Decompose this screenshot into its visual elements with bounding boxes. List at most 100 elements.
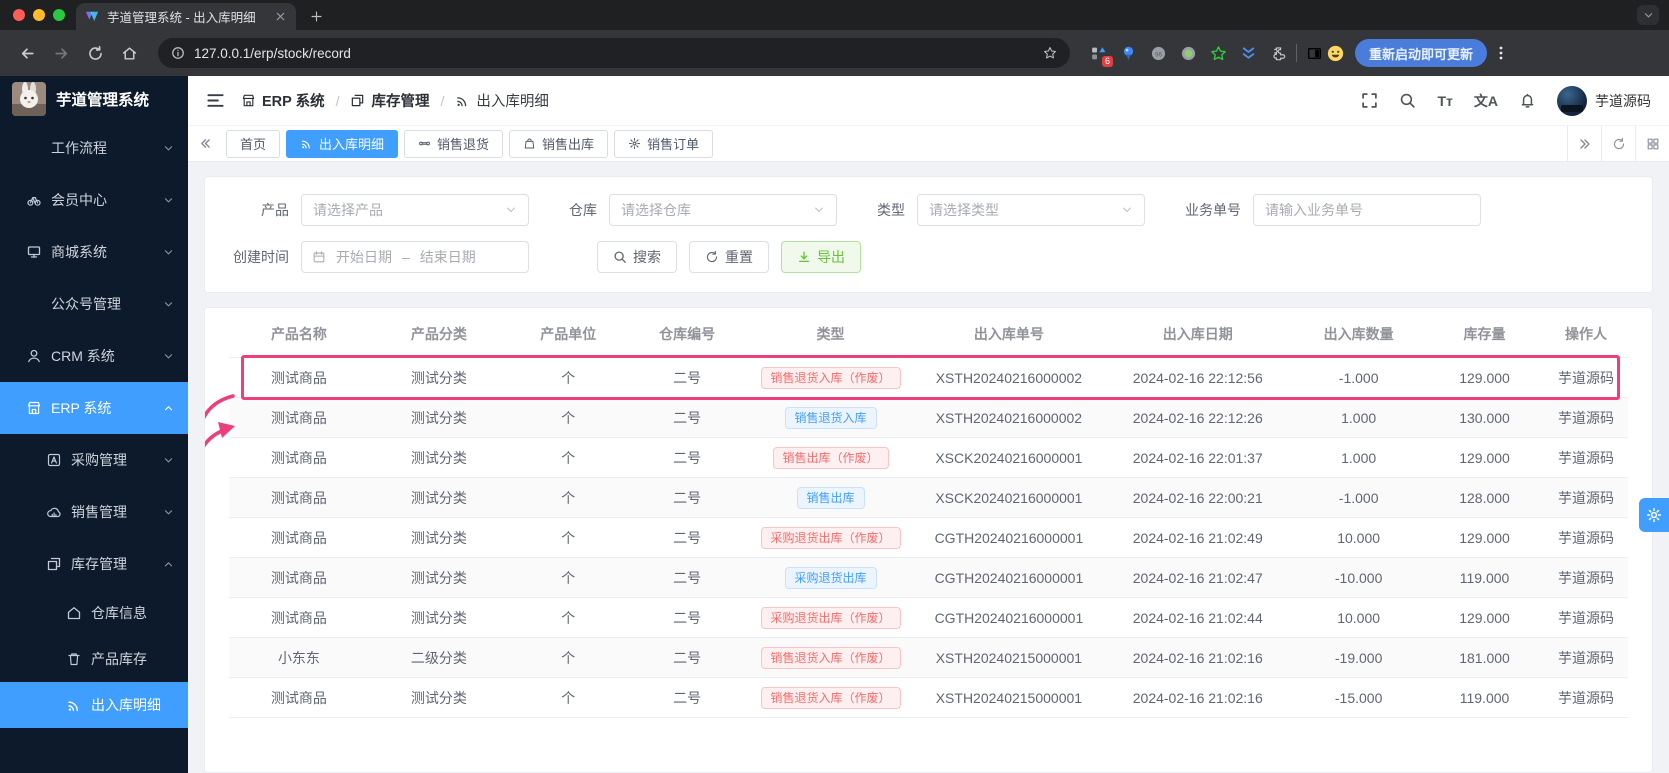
cell: 2024-02-16 21:02:47	[1103, 558, 1292, 598]
scroll-tabs-left-button[interactable]	[188, 137, 222, 150]
refresh-page-button[interactable]	[1601, 126, 1635, 161]
browser-update-button[interactable]: 重新启动即可更新	[1355, 39, 1487, 67]
chevron-down-icon	[505, 204, 517, 216]
collapse-sidebar-icon[interactable]	[206, 91, 225, 110]
export-button[interactable]: 导出	[781, 241, 861, 273]
search-button[interactable]: 搜索	[597, 241, 677, 273]
browser-tab-strip: 芋道管理系统 - 出入库明细	[0, 0, 1669, 30]
biz-no-input[interactable]	[1253, 194, 1481, 226]
user-menu[interactable]: 芋道源码	[1557, 86, 1651, 116]
notification-bell-icon[interactable]	[1519, 92, 1536, 109]
user-avatar	[1557, 86, 1587, 116]
sales-return-icon	[418, 137, 431, 150]
home-icon	[121, 45, 138, 62]
tab-销售退货[interactable]: 销售退货	[404, 130, 503, 158]
split-screen-icon[interactable]	[1304, 43, 1325, 64]
cell: 小东东	[229, 638, 369, 678]
scroll-tabs-right-button[interactable]	[1567, 126, 1601, 161]
table-row: 小东东二级分类个二号销售退货入库（作废）XSTH2024021500000120…	[229, 638, 1628, 678]
sidebar-item-采购管理[interactable]: 采购管理	[0, 434, 188, 486]
search-icon[interactable]	[1399, 92, 1416, 109]
stock-record-icon	[455, 93, 470, 108]
breadcrumb-item[interactable]: ERP 系统	[241, 90, 325, 111]
puzzle-icon[interactable]	[1268, 43, 1289, 64]
type-tag: 销售退货入库（作废）	[761, 647, 901, 669]
type-tag: 采购退货出库	[785, 567, 877, 589]
ext-green-star-icon[interactable]	[1208, 43, 1229, 64]
chevron-down-icon	[163, 247, 174, 258]
reload-button[interactable]	[80, 38, 110, 68]
cell: 芋道源码	[1544, 478, 1628, 518]
home-button[interactable]	[114, 38, 144, 68]
sidebar-item-公众号管理[interactable]: 公众号管理	[0, 278, 188, 330]
sidebar-item-出入库明细[interactable]: 出入库明细	[0, 682, 188, 728]
create-time-range-picker[interactable]: 开始日期 – 结束日期	[301, 241, 529, 273]
sidebar-item-会员中心[interactable]: 会员中心	[0, 174, 188, 226]
chevron-down-icon	[1643, 10, 1654, 21]
tab-出入库明细[interactable]: 出入库明细	[286, 130, 398, 158]
tab-search-button[interactable]	[1637, 5, 1659, 25]
member-center-icon	[26, 192, 42, 208]
cell: 测试商品	[229, 518, 369, 558]
ext-pin-icon[interactable]	[1118, 43, 1139, 64]
type-cell: 采购退货出库（作废）	[747, 598, 915, 638]
sidebar: 芋道管理系统 工作流程会员中心商城系统公众号管理CRM 系统ERP 系统采购管理…	[0, 76, 188, 773]
type-cell: 销售退货入库	[747, 398, 915, 438]
cell: 二号	[628, 358, 747, 398]
breadcrumb-item[interactable]: 出入库明细	[455, 90, 549, 111]
tab-label: 出入库明细	[319, 134, 384, 153]
type-cell: 采购退货出库（作废）	[747, 518, 915, 558]
sidebar-item-销售管理[interactable]: 销售管理	[0, 486, 188, 538]
sidebar-item-产品库存[interactable]: 产品库存	[0, 636, 188, 682]
sidebar-item-CRM 系统[interactable]: CRM 系统	[0, 330, 188, 382]
tab-销售出库[interactable]: 销售出库	[509, 130, 608, 158]
close-tab-icon[interactable]	[274, 10, 287, 23]
ext-grid-icon[interactable]: 6	[1088, 43, 1109, 64]
sidebar-item-仓库信息[interactable]: 仓库信息	[0, 590, 188, 636]
cell: 二号	[628, 558, 747, 598]
browser-menu-icon[interactable]	[1493, 45, 1509, 61]
sidebar-logo-row[interactable]: 芋道管理系统	[0, 76, 188, 122]
product-select[interactable]: 请选择产品	[301, 194, 529, 226]
theme-settings-button[interactable]	[1639, 498, 1669, 532]
cell: 个	[509, 398, 628, 438]
tab-销售订单[interactable]: 销售订单	[614, 130, 713, 158]
cell: 芋道源码	[1544, 598, 1628, 638]
ext-chevrons-icon[interactable]	[1238, 43, 1259, 64]
breadcrumb-item[interactable]: 库存管理	[350, 90, 429, 111]
erp-icon	[26, 400, 42, 416]
locale-icon[interactable]: 文A	[1474, 91, 1498, 111]
reset-button[interactable]: 重置	[689, 241, 769, 273]
profile-avatar[interactable]	[1325, 43, 1346, 64]
extension-icons: 6 96	[1088, 43, 1289, 64]
forward-button[interactable]	[46, 38, 76, 68]
stock-record-icon	[300, 137, 313, 150]
tab-首页[interactable]: 首页	[226, 130, 280, 158]
address-bar[interactable]: 127.0.0.1/erp/stock/record	[158, 38, 1070, 68]
cell: CGTH20240216000001	[914, 518, 1103, 558]
minimize-window-button[interactable]	[33, 9, 45, 21]
maximize-window-button[interactable]	[53, 9, 65, 21]
tab-chips: 首页 出入库明细 销售退货销售出库销售订单	[226, 130, 713, 158]
ext-green-circle-icon[interactable]	[1178, 43, 1199, 64]
close-window-button[interactable]	[13, 9, 25, 21]
ext-gray-circle-icon[interactable]: 96	[1148, 43, 1169, 64]
cell: -1.000	[1292, 478, 1425, 518]
type-select[interactable]: 请选择类型	[917, 194, 1145, 226]
sidebar-item-工作流程[interactable]: 工作流程	[0, 122, 188, 174]
font-size-icon[interactable]: Tт	[1437, 93, 1452, 109]
sidebar-item-库存管理[interactable]: 库存管理	[0, 538, 188, 590]
layout-grid-button[interactable]	[1635, 126, 1669, 161]
warehouse-select[interactable]: 请选择仓库	[609, 194, 837, 226]
browser-tab[interactable]: 芋道管理系统 - 出入库明细	[76, 3, 296, 30]
site-info-icon[interactable]	[171, 46, 185, 60]
cell: 个	[509, 558, 628, 598]
sidebar-item-label: 出入库明细	[91, 695, 174, 715]
bookmark-star-icon[interactable]	[1043, 46, 1057, 60]
new-tab-button[interactable]	[304, 4, 328, 28]
sidebar-item-ERP 系统[interactable]: ERP 系统	[0, 382, 188, 434]
cell: 芋道源码	[1544, 638, 1628, 678]
sidebar-item-商城系统[interactable]: 商城系统	[0, 226, 188, 278]
fullscreen-icon[interactable]	[1361, 92, 1378, 109]
back-button[interactable]	[12, 38, 42, 68]
